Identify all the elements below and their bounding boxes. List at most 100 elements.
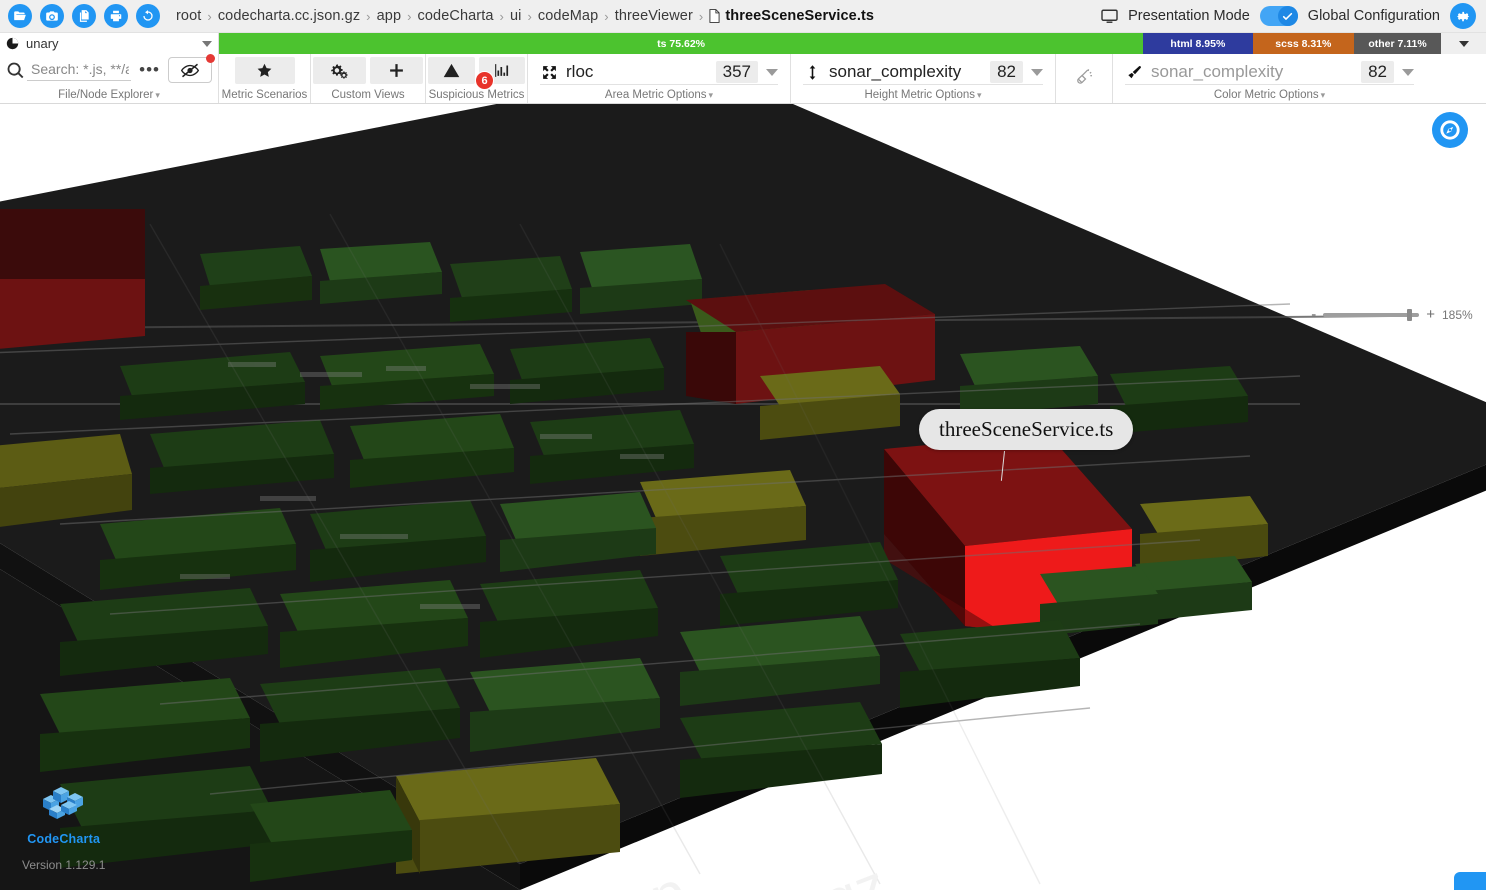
chevron-down-icon: ▾ bbox=[708, 90, 714, 100]
breadcrumb-separator: › bbox=[366, 8, 371, 24]
height-metric-value: 82 bbox=[990, 61, 1023, 83]
legend-tab-button[interactable]: LEGEND bbox=[1454, 872, 1486, 890]
distribution-row: unary ts 75.62% html 8.95% scss 8.31% ot… bbox=[0, 33, 1486, 54]
chevron-down-icon: ▾ bbox=[1320, 90, 1326, 100]
ribbon-toolbar: ••• File/Node Explorer▾ bbox=[0, 54, 1486, 104]
color-metric-dropdown-chevron[interactable] bbox=[1402, 68, 1414, 76]
caption-text: Metric Scenarios bbox=[221, 89, 308, 101]
height-metric-name[interactable]: sonar_complexity bbox=[829, 62, 982, 82]
distribution-segment-label: scss 8.31% bbox=[1275, 37, 1332, 50]
building-block bbox=[0, 209, 145, 349]
ribbon-group-height-metric: sonar_complexity 82 Height Metric Option… bbox=[791, 54, 1056, 103]
zoom-slider-handle[interactable] bbox=[1407, 308, 1413, 321]
global-configuration-button[interactable] bbox=[1450, 3, 1476, 29]
height-metric-dropdown-chevron[interactable] bbox=[1031, 68, 1043, 76]
open-file-button[interactable] bbox=[8, 4, 32, 28]
warning-triangle-icon bbox=[443, 63, 460, 78]
presentation-mode-toggle[interactable] bbox=[1259, 6, 1298, 26]
blacklist-alert-dot bbox=[206, 54, 215, 63]
eye-slash-icon bbox=[180, 63, 200, 77]
breadcrumb-separator: › bbox=[698, 8, 704, 24]
print-button[interactable] bbox=[104, 4, 128, 28]
global-configuration-label: Global Configuration bbox=[1307, 8, 1440, 24]
caption-text: Height Metric Options bbox=[864, 89, 976, 101]
custom-views-settings-button[interactable] bbox=[313, 57, 366, 84]
broom-icon[interactable] bbox=[1074, 67, 1094, 92]
gear-icon bbox=[1456, 11, 1469, 21]
breadcrumb-item-threeviewer[interactable]: threeViewer bbox=[615, 8, 693, 24]
unary-select-label: unary bbox=[26, 36, 59, 51]
metric-scenarios-button[interactable] bbox=[234, 57, 295, 84]
ribbon-group-color-metric: sonar_complexity 82 Color Metric Options… bbox=[1113, 54, 1426, 103]
breadcrumb-separator: › bbox=[499, 8, 504, 24]
height-metric-options-caption[interactable]: Height Metric Options ▾ bbox=[801, 89, 1045, 101]
chevron-down-icon bbox=[202, 40, 212, 47]
codemap-canvas: app ta.cc.json.gz bbox=[0, 104, 1486, 890]
zoom-out-button[interactable]: - bbox=[1311, 307, 1316, 322]
suspicious-metrics-button[interactable] bbox=[428, 57, 475, 84]
distribution-segment-other[interactable]: other 7.11% bbox=[1354, 33, 1441, 54]
distribution-segment-html[interactable]: html 8.95% bbox=[1143, 33, 1253, 54]
screenshot-button[interactable] bbox=[40, 4, 64, 28]
presentation-mode-label: Presentation Mode bbox=[1128, 8, 1250, 24]
breadcrumb-item-codemap[interactable]: codeMap bbox=[538, 8, 598, 24]
file-actions-group bbox=[0, 4, 160, 28]
paintbrush-icon bbox=[1125, 63, 1143, 81]
area-metric-dropdown-chevron[interactable] bbox=[766, 68, 778, 76]
area-arrows-icon bbox=[540, 63, 558, 81]
ribbon-group-area-metric: rloc 357 Area Metric Options ▾ bbox=[528, 54, 791, 103]
custom-views-caption: Custom Views bbox=[311, 89, 425, 101]
monitor-icon bbox=[1101, 9, 1118, 24]
height-arrow-icon bbox=[803, 63, 821, 81]
search-more-options-button[interactable]: ••• bbox=[133, 61, 166, 78]
chevron-down-icon bbox=[1458, 40, 1469, 47]
reset-button[interactable] bbox=[136, 4, 160, 28]
distribution-segment-label: ts 75.62% bbox=[657, 37, 706, 50]
area-metric-options-caption[interactable]: Area Metric Options ▾ bbox=[538, 89, 780, 101]
caption-text: File/Node Explorer bbox=[58, 89, 154, 101]
file-icon bbox=[709, 9, 720, 23]
star-icon bbox=[257, 63, 272, 77]
color-metric-value: 82 bbox=[1361, 61, 1394, 83]
custom-views-add-button[interactable] bbox=[370, 57, 423, 84]
breadcrumb-item-root[interactable]: root bbox=[176, 8, 201, 24]
distribution-segment-ts[interactable]: ts 75.62% bbox=[219, 33, 1144, 54]
search-input[interactable] bbox=[27, 59, 132, 81]
reset-camera-button[interactable] bbox=[1432, 112, 1468, 148]
codemap-3d-viewport[interactable]: app ta.cc.json.gz - + 185% threeSceneSer… bbox=[0, 104, 1486, 890]
ribbon-group-unfocus bbox=[1056, 54, 1113, 103]
zoom-control: - + 185% bbox=[1311, 307, 1478, 322]
breadcrumb-separator: › bbox=[527, 8, 532, 24]
zoom-in-button[interactable]: + bbox=[1426, 307, 1435, 322]
color-metric-name[interactable]: sonar_complexity bbox=[1151, 62, 1353, 82]
area-metric-value: 357 bbox=[715, 61, 758, 83]
metric-scenarios-caption: Metric Scenarios bbox=[219, 89, 310, 101]
suspicious-metrics-badge: 6 bbox=[475, 71, 494, 90]
distribution-segment-label: html 8.95% bbox=[1170, 37, 1226, 50]
area-metric-unary-select[interactable]: unary bbox=[0, 33, 219, 54]
ribbon-group-custom-views: Custom Views bbox=[311, 54, 426, 103]
breadcrumb-separator: › bbox=[407, 8, 412, 24]
distribution-expand-button[interactable] bbox=[1441, 33, 1486, 54]
ribbon-group-file-node-explorer: ••• File/Node Explorer▾ bbox=[0, 54, 219, 103]
caption-text: Suspicious Metrics bbox=[428, 89, 525, 101]
file-node-explorer-caption[interactable]: File/Node Explorer ▾ bbox=[0, 89, 218, 101]
breadcrumb-item-file[interactable]: codecharta.cc.json.gz bbox=[218, 8, 360, 24]
copy-button[interactable] bbox=[72, 4, 96, 28]
suspicious-metrics-caption: Suspicious Metrics bbox=[426, 89, 527, 101]
codecharta-app: root › codecharta.cc.json.gz › app › cod… bbox=[0, 0, 1486, 890]
breadcrumb-item-ui[interactable]: ui bbox=[510, 8, 522, 24]
area-metric-name[interactable]: rloc bbox=[566, 62, 708, 82]
language-distribution-bar: ts 75.62% html 8.95% scss 8.31% other 7.… bbox=[219, 33, 1441, 54]
blacklist-toggle-button[interactable] bbox=[168, 54, 215, 83]
breadcrumb-item-app[interactable]: app bbox=[377, 8, 402, 24]
zoom-slider[interactable] bbox=[1323, 308, 1420, 321]
color-metric-options-caption[interactable]: Color Metric Options ▾ bbox=[1123, 89, 1416, 101]
distribution-segment-scss[interactable]: scss 8.31% bbox=[1252, 33, 1355, 54]
distribution-segment-label: other 7.11% bbox=[1368, 37, 1427, 50]
compass-icon bbox=[1440, 120, 1460, 140]
breadcrumb-item-codecharta[interactable]: codeCharta bbox=[418, 8, 494, 24]
top-bar-right-controls: Presentation Mode Global Configuration bbox=[1101, 3, 1486, 29]
breadcrumb-separator: › bbox=[604, 8, 609, 24]
breadcrumb-current-file: threeSceneService.ts bbox=[709, 8, 874, 24]
